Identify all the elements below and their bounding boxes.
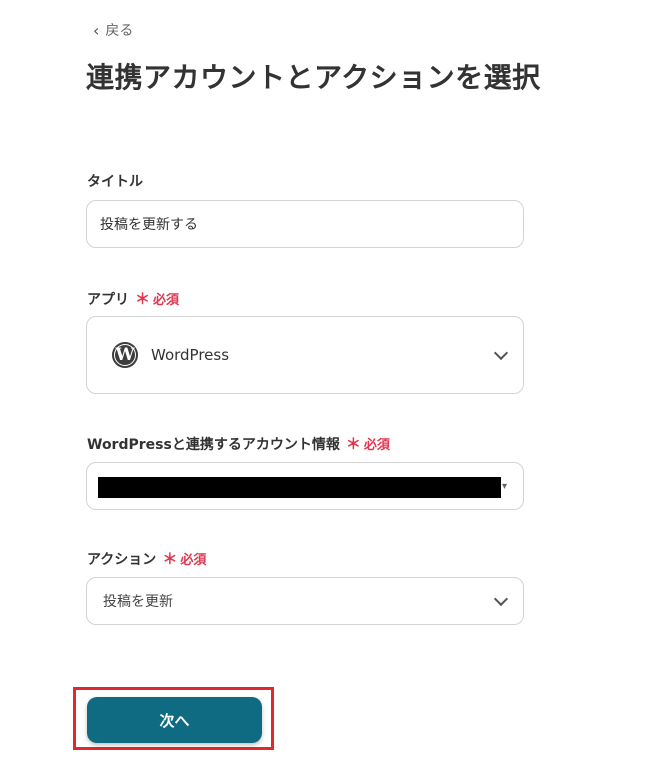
chevron-down-icon — [493, 345, 509, 361]
required-badge: ＊必須 — [135, 290, 180, 308]
required-badge: ＊必須 — [162, 550, 207, 568]
app-label-text: アプリ — [87, 292, 129, 308]
required-badge: ＊必須 — [345, 435, 390, 453]
action-select[interactable]: 投稿を更新 — [86, 577, 524, 625]
chevron-down-icon — [493, 591, 509, 607]
app-select-value: WordPress — [151, 346, 230, 364]
account-select[interactable]: ▾ — [86, 462, 524, 510]
required-asterisk: ＊ — [135, 290, 151, 308]
app-select[interactable]: W WordPress — [86, 316, 524, 394]
back-link[interactable]: ‹ 戻る — [93, 20, 133, 40]
next-button[interactable]: 次へ — [87, 697, 262, 743]
action-select-value: 投稿を更新 — [103, 594, 173, 610]
back-label: 戻る — [105, 23, 134, 39]
app-field-label: アプリ ＊必須 — [87, 288, 179, 309]
caret-down-icon: ▾ — [501, 481, 507, 492]
required-asterisk: ＊ — [345, 435, 361, 453]
action-field-label: アクション ＊必須 — [87, 548, 206, 569]
title-field-label: タイトル — [87, 171, 143, 191]
account-field-label: WordPressと連携するアカウント情報 ＊必須 — [87, 433, 390, 454]
chevron-left-icon: ‹ — [93, 20, 100, 40]
required-text: 必須 — [363, 438, 390, 453]
account-label-text: WordPressと連携するアカウント情報 — [87, 437, 340, 453]
title-label-text: タイトル — [87, 174, 143, 190]
action-label-text: アクション — [87, 552, 157, 568]
title-input[interactable] — [86, 200, 524, 248]
required-text: 必須 — [180, 553, 207, 568]
required-asterisk: ＊ — [162, 550, 178, 568]
required-text: 必須 — [153, 293, 180, 308]
wordpress-icon: W — [112, 342, 138, 368]
redacted-account-value — [98, 477, 501, 498]
page-title: 連携アカウントとアクションを選択 — [86, 61, 541, 94]
